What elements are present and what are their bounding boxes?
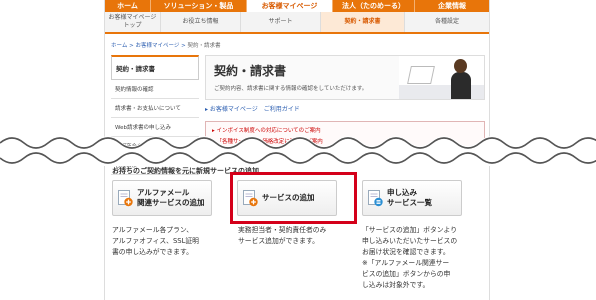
- sidebar-item-invoice-payment[interactable]: 請求書・お支払いについて: [111, 99, 199, 118]
- page-description: ご契約内容、請求書に関する情報の確認をしていただけます。: [214, 86, 368, 92]
- subnav-useful-info[interactable]: お役立ち情報: [161, 12, 241, 32]
- subnav-contract-invoice[interactable]: 契約・請求書: [321, 12, 405, 32]
- topnav-home[interactable]: ホーム: [105, 0, 151, 12]
- document-list-icon: [368, 190, 383, 207]
- sidebar-item-web-invoice[interactable]: Web請求書の申し込み: [111, 118, 199, 137]
- document-plus-icon: [118, 190, 133, 207]
- breadcrumb-current: 契約・請求書: [187, 43, 221, 49]
- sub-navigation: お客様マイページ トップ お役立ち情報 サポート 契約・請求書 各種設定: [105, 12, 489, 34]
- topnav-solutions[interactable]: ソリューション・製品: [151, 0, 247, 12]
- add-alphamail-services-button[interactable]: アルファメール 関連サービスの追加: [112, 180, 212, 216]
- header-photo: [399, 56, 484, 99]
- highlight-box: [230, 172, 357, 224]
- photo-person-head: [454, 59, 467, 73]
- cut-wave-divider: [0, 136, 596, 166]
- service-list-description: 「サービスの追加」ボタンより 申し込みいただいたサービスの お届け状況を確認でき…: [362, 226, 458, 289]
- topnav-company[interactable]: 企業情報: [415, 0, 489, 12]
- sidebar-heading: 契約・請求書: [111, 55, 199, 80]
- page-title: 契約・請求書: [214, 64, 287, 78]
- photo-paper: [407, 66, 435, 84]
- card-label: アルファメール 関連サービスの追加: [137, 188, 205, 207]
- breadcrumb-mypage[interactable]: お客様マイページ: [135, 43, 179, 49]
- breadcrumb-home[interactable]: ホーム: [111, 43, 127, 49]
- card-label: 申し込み サービス一覧: [387, 188, 432, 207]
- main-content: 契約・請求書 ご契約内容、請求書に関する情報の確認をしていただけます。: [205, 55, 485, 100]
- sidebar-item-contract-info[interactable]: 契約情報の確認: [111, 80, 199, 99]
- photo-desk: [399, 85, 484, 99]
- top-navigation: ホーム ソリューション・製品 お客様マイページ 法人（たのめーる） 企業情報: [105, 0, 489, 12]
- subnav-settings[interactable]: 各種設定: [405, 12, 489, 32]
- subnav-support[interactable]: サポート: [241, 12, 321, 32]
- notice-item[interactable]: ▸ インボイス制度への対応についてのご案内: [212, 126, 478, 134]
- alphamail-services-description: アルファメール各プラン、 アルファオフィス、SSL証明 書の申し込みができます。: [112, 226, 199, 256]
- page-header: 契約・請求書 ご契約内容、請求書に関する情報の確認をしていただけます。: [205, 55, 485, 100]
- topnav-corporate[interactable]: 法人（たのめーる）: [333, 0, 415, 12]
- photo-person-body: [451, 72, 471, 99]
- topnav-mypage[interactable]: お客様マイページ: [247, 0, 333, 12]
- add-service-description: 実務担当者・契約責任者のみ サービス追加ができます。: [238, 226, 327, 245]
- subnav-mypage-top[interactable]: お客様マイページ トップ: [105, 12, 161, 32]
- breadcrumb: ホーム > お客様マイページ > 契約・請求書: [111, 41, 220, 49]
- guide-link-row: ▸ お客様マイページ ご利用ガイド: [205, 104, 300, 113]
- service-list-button[interactable]: 申し込み サービス一覧: [362, 180, 462, 216]
- mypage-guide-link[interactable]: お客様マイページ ご利用ガイド: [210, 106, 300, 113]
